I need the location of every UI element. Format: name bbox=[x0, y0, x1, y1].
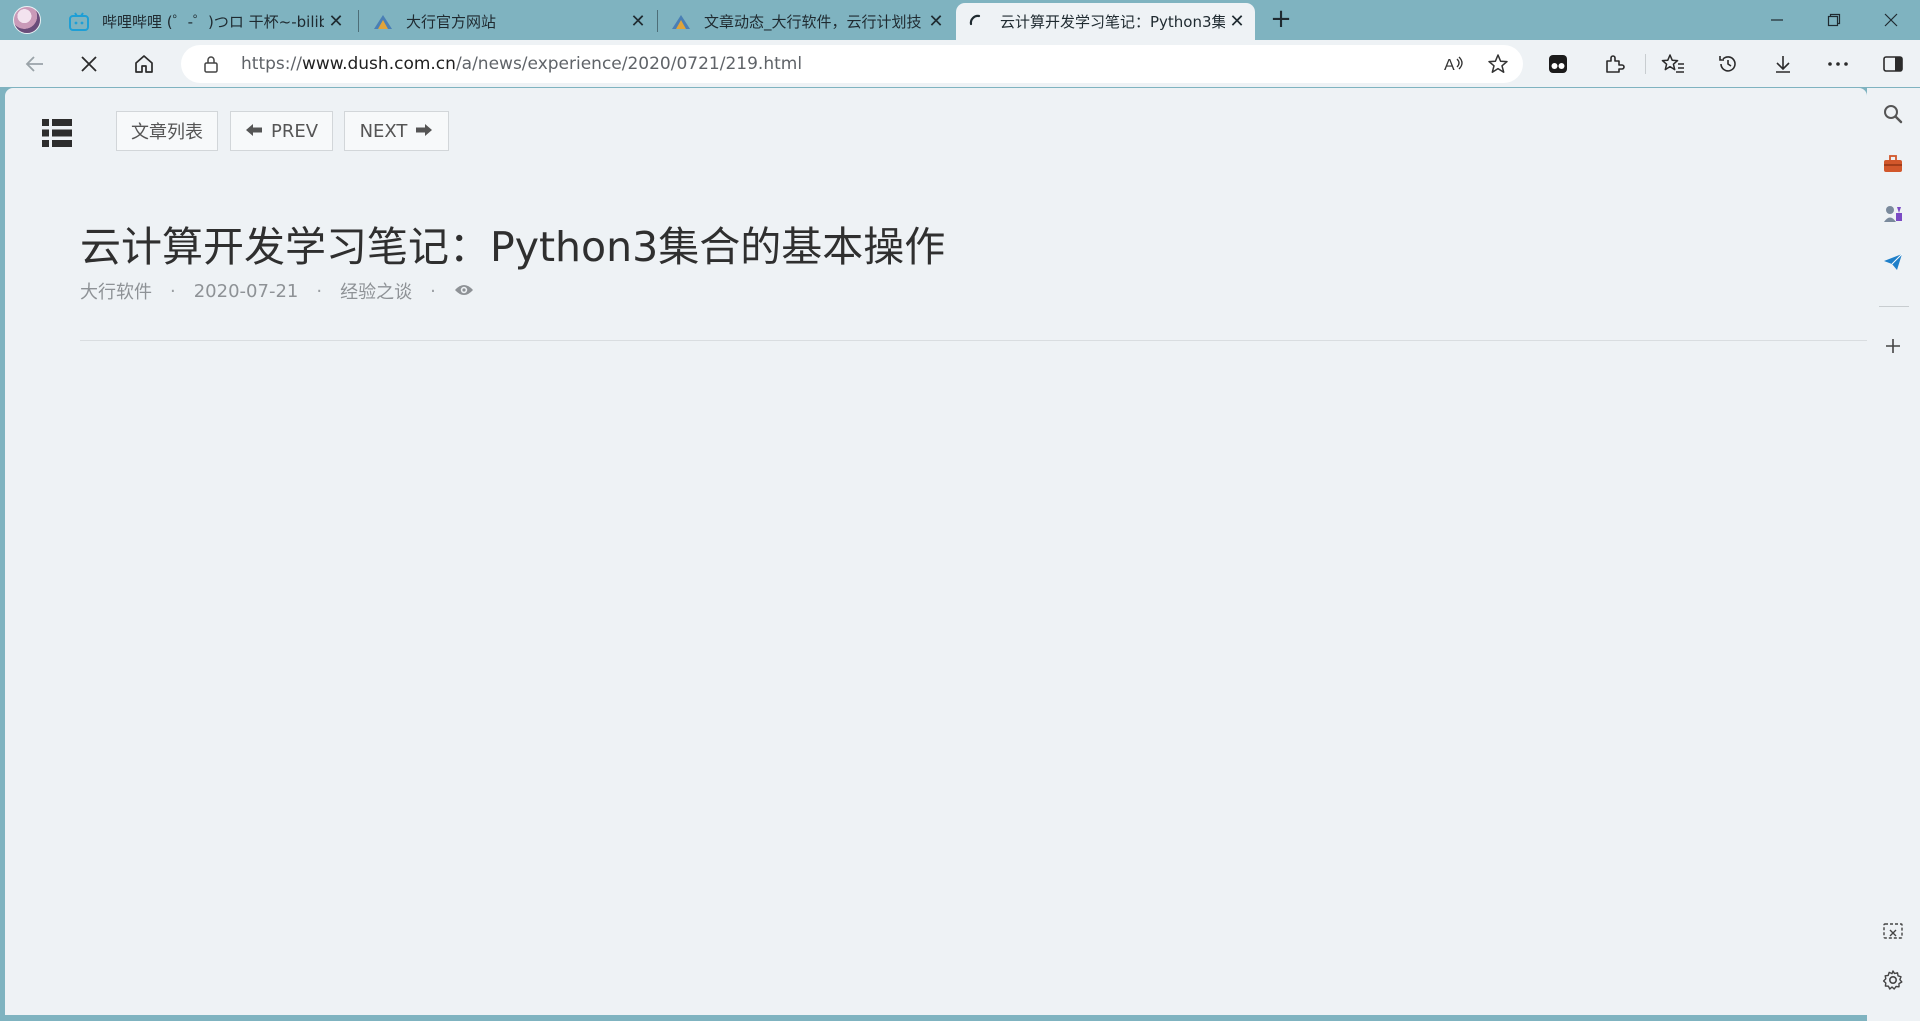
favorite-star-icon[interactable] bbox=[1482, 48, 1514, 80]
screenshot-icon[interactable] bbox=[1875, 914, 1911, 950]
article-category[interactable]: 经验之谈 bbox=[340, 278, 412, 304]
tab-close-icon[interactable]: ✕ bbox=[626, 10, 650, 34]
add-icon[interactable] bbox=[1875, 328, 1911, 364]
browser-toolbar: https://www.dush.com.cn/a/news/experienc… bbox=[0, 40, 1920, 87]
settings-gear-icon[interactable] bbox=[1875, 962, 1911, 998]
downloads-icon[interactable] bbox=[1765, 46, 1801, 82]
article-list-label: 文章列表 bbox=[131, 122, 203, 143]
address-bar[interactable]: https://www.dush.com.cn/a/news/experienc… bbox=[181, 45, 1523, 83]
edge-sidebar bbox=[1867, 88, 1920, 1021]
favorites-icon[interactable] bbox=[1655, 46, 1691, 82]
toolbox-icon[interactable] bbox=[1875, 146, 1911, 182]
sidebar-toggle-icon[interactable] bbox=[1875, 46, 1911, 82]
send-icon[interactable] bbox=[1875, 244, 1911, 280]
article-meta: 大行软件 · 2020-07-21 · 经验之谈 · bbox=[80, 278, 474, 304]
tab-title: 哔哩哔哩 (゜-゜)つロ 干杯~-bilib bbox=[102, 13, 324, 31]
dahang-logo-icon bbox=[670, 11, 692, 33]
home-button[interactable] bbox=[126, 46, 162, 82]
tab-close-icon[interactable]: ✕ bbox=[324, 10, 348, 34]
tab-dahang-articles[interactable]: 文章动态_大行软件，云行计划技 ✕ bbox=[660, 3, 954, 40]
svg-text:A: A bbox=[1444, 57, 1455, 74]
read-aloud-icon[interactable]: A bbox=[1438, 48, 1470, 80]
article-author[interactable]: 大行软件 bbox=[80, 278, 152, 304]
eye-icon bbox=[454, 281, 474, 302]
prev-button[interactable]: PREV bbox=[230, 111, 333, 151]
arrow-right-icon bbox=[415, 121, 433, 142]
page-viewport: 文章列表 PREV NEXT 云计算开发学习笔记：Python3集合的基本操作 … bbox=[5, 88, 1867, 1015]
close-window-button[interactable] bbox=[1862, 0, 1920, 40]
tab-bilibili[interactable]: 哔哩哔哩 (゜-゜)つロ 干杯~-bilib ✕ bbox=[58, 3, 354, 40]
next-button[interactable]: NEXT bbox=[344, 111, 449, 151]
toolbar-divider bbox=[1645, 54, 1646, 74]
article-date: 2020-07-21 bbox=[193, 280, 299, 302]
tab-dahang-home[interactable]: 大行官方网站 ✕ bbox=[362, 3, 656, 40]
meta-separator: · bbox=[430, 280, 436, 302]
restore-button[interactable] bbox=[1805, 0, 1863, 40]
extensions-puzzle-icon[interactable] bbox=[1596, 46, 1632, 82]
search-icon[interactable] bbox=[1875, 96, 1911, 132]
article-title: 云计算开发学习笔记：Python3集合的基本操作 bbox=[80, 223, 946, 271]
tab-separator bbox=[657, 10, 658, 32]
title-divider bbox=[80, 340, 1867, 341]
tab-title: 大行官方网站 bbox=[406, 13, 497, 31]
bilibili-tv-icon bbox=[68, 11, 90, 33]
profile-button[interactable] bbox=[10, 5, 44, 35]
tab-separator bbox=[358, 10, 359, 32]
tab-strip: 哔哩哔哩 (゜-゜)つロ 干杯~-bilib ✕ 大行官方网站 ✕ 文章动态_大… bbox=[0, 0, 1920, 40]
article-list-button[interactable]: 文章列表 bbox=[116, 111, 218, 151]
next-label: NEXT bbox=[359, 120, 408, 142]
arrow-left-icon bbox=[245, 121, 263, 142]
sidebar-divider bbox=[1879, 306, 1909, 307]
loading-spinner-icon bbox=[966, 11, 988, 33]
url-text: https://www.dush.com.cn/a/news/experienc… bbox=[241, 54, 803, 74]
dahang-logo-icon bbox=[372, 11, 394, 33]
meta-separator: · bbox=[316, 280, 323, 302]
tampermonkey-icon[interactable] bbox=[1540, 46, 1576, 82]
profile-avatar bbox=[13, 6, 41, 34]
more-options-icon[interactable] bbox=[1820, 46, 1856, 82]
window-bottom-edge bbox=[0, 1015, 1867, 1021]
new-tab-button[interactable]: + bbox=[1266, 5, 1296, 35]
minimize-button[interactable] bbox=[1748, 0, 1806, 40]
tab-close-icon[interactable]: ✕ bbox=[1225, 10, 1249, 34]
lock-icon[interactable] bbox=[201, 54, 221, 74]
tab-close-icon[interactable]: ✕ bbox=[924, 10, 948, 34]
article-menu-icon[interactable] bbox=[41, 118, 73, 148]
history-icon[interactable] bbox=[1710, 46, 1746, 82]
tab-active-article[interactable]: 云计算开发学习笔记：Python3集 ✕ bbox=[956, 3, 1255, 40]
prev-label: PREV bbox=[270, 120, 319, 142]
meta-separator: · bbox=[170, 280, 176, 302]
tab-title: 文章动态_大行软件，云行计划技 bbox=[704, 13, 922, 31]
tab-title: 云计算开发学习笔记：Python3集 bbox=[1000, 13, 1225, 31]
games-icon[interactable] bbox=[1875, 196, 1911, 232]
back-button[interactable] bbox=[17, 46, 53, 82]
stop-loading-button[interactable] bbox=[71, 46, 107, 82]
